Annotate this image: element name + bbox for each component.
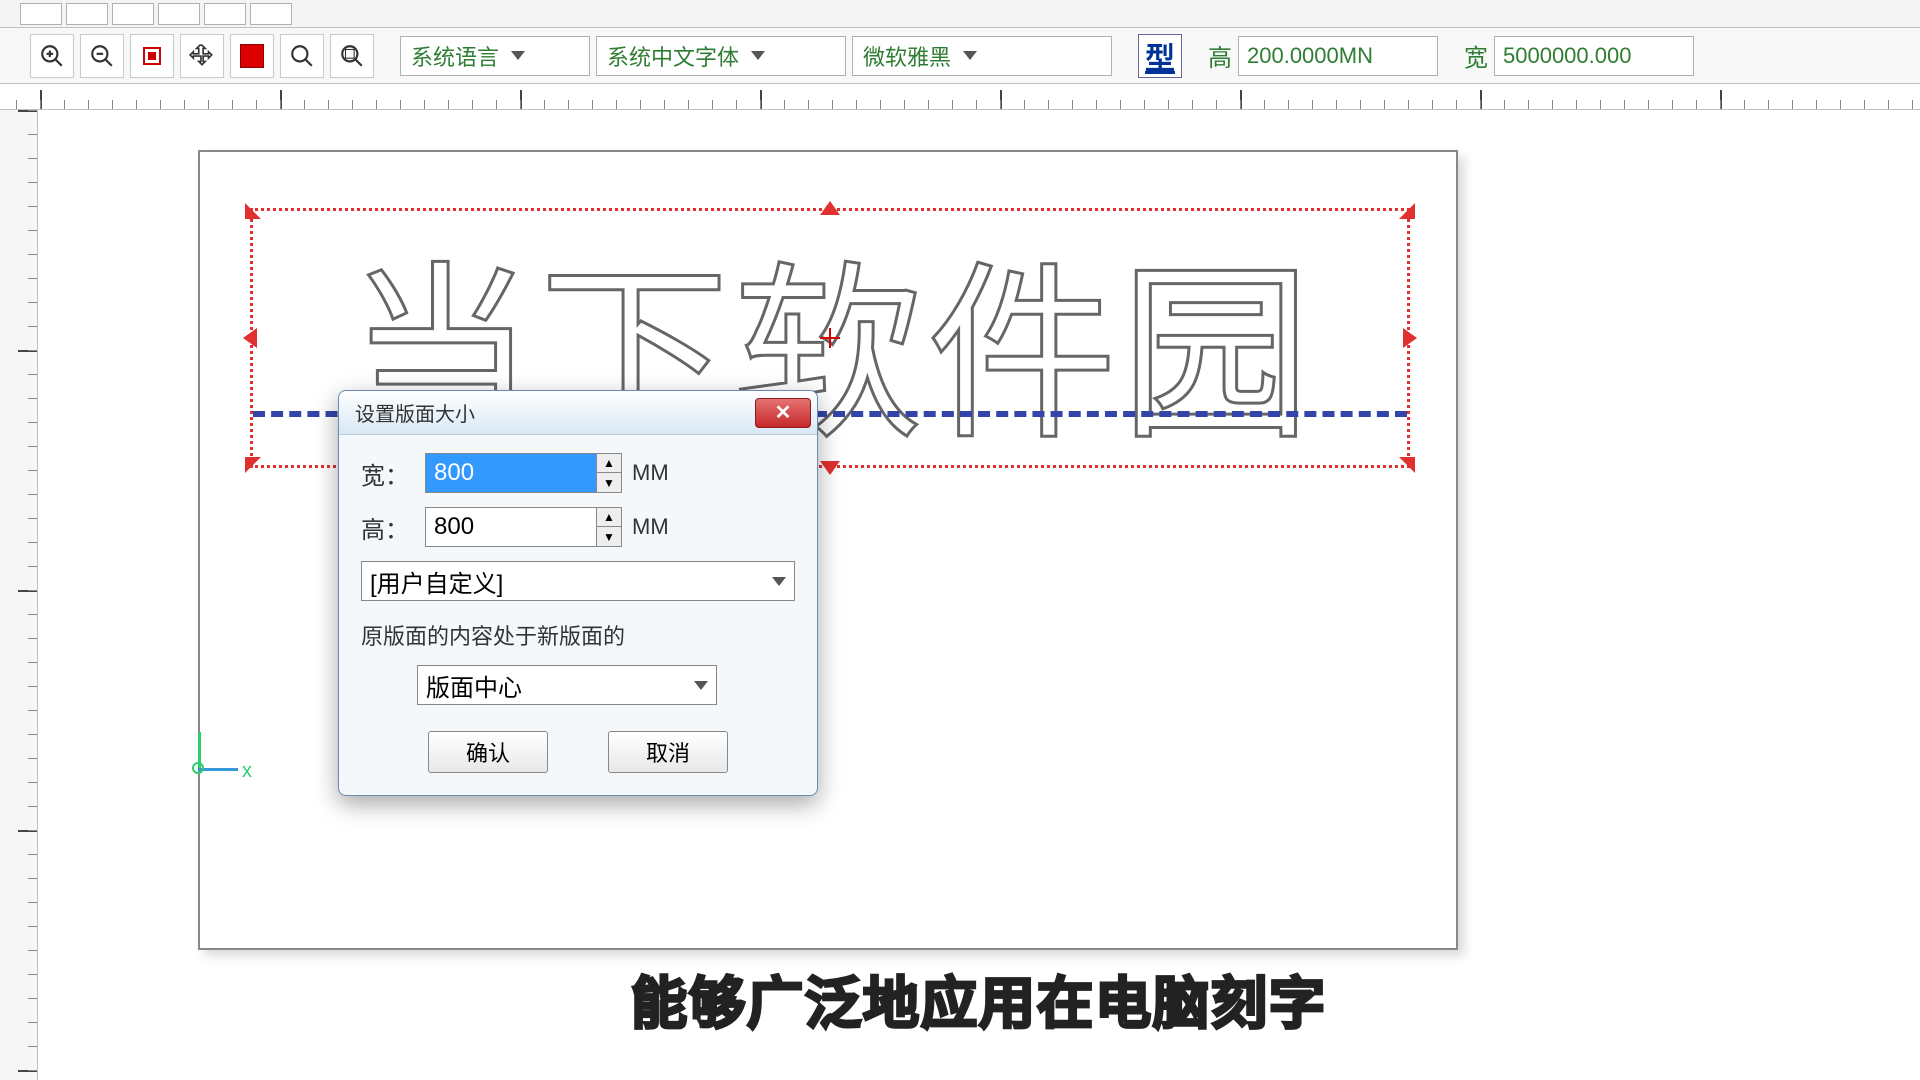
dialog-titlebar[interactable]: 设置版面大小 ✕ — [339, 391, 817, 435]
chevron-down-icon — [694, 681, 708, 690]
dialog-width-spinner[interactable]: ▲ ▼ — [425, 453, 622, 493]
resize-handle-rc[interactable] — [1403, 328, 1417, 348]
dialog-height-spinner[interactable]: ▲ ▼ — [425, 507, 622, 547]
spin-down-icon[interactable]: ▼ — [597, 527, 621, 546]
width-input[interactable]: 5000000.000 — [1494, 36, 1694, 76]
width-label: 宽 — [1464, 38, 1488, 73]
font-style-value: 微软雅黑 — [863, 40, 951, 72]
chevron-down-icon — [963, 51, 977, 60]
chevron-down-icon — [511, 51, 525, 60]
pan-icon[interactable] — [180, 34, 224, 78]
ok-button[interactable]: 确认 — [428, 731, 548, 773]
zoom-out-icon[interactable] — [80, 34, 124, 78]
resize-handle-lc[interactable] — [243, 328, 257, 348]
font-family-value: 系统中文字体 — [607, 40, 739, 72]
dialog-title: 设置版面大小 — [355, 398, 475, 427]
chevron-down-icon — [751, 51, 765, 60]
vertical-ruler — [0, 110, 38, 1080]
toolbar-button[interactable] — [204, 3, 246, 25]
width-value: 5000000.000 — [1503, 43, 1631, 69]
unit-label: MM — [632, 460, 669, 486]
chevron-down-icon — [772, 577, 786, 586]
origin-marker: x — [170, 732, 230, 792]
height-label: 高 — [1208, 38, 1232, 73]
horizontal-ruler — [0, 84, 1920, 110]
close-icon: ✕ — [775, 400, 792, 425]
selection-center-icon — [820, 328, 840, 348]
anchor-select[interactable]: 版面中心 — [417, 665, 717, 705]
preset-value: [用户自定义] — [370, 564, 503, 599]
font-style-select[interactable]: 微软雅黑 — [852, 36, 1112, 76]
language-select[interactable]: 系统语言 — [400, 36, 590, 76]
resize-handle-tl[interactable] — [245, 203, 261, 219]
subtitle-overlay: 能够广泛地应用在电脑刻字 — [631, 959, 1327, 1040]
resize-handle-bl[interactable] — [245, 457, 261, 473]
toolbar-button[interactable] — [20, 3, 62, 25]
height-input[interactable]: 200.0000MN — [1238, 36, 1438, 76]
zoom-selection-icon[interactable] — [130, 34, 174, 78]
resize-handle-br[interactable] — [1399, 457, 1415, 473]
resize-handle-bc[interactable] — [820, 461, 840, 475]
top-toolbar-stub — [0, 0, 1920, 28]
anchor-note: 原版面的内容处于新版面的 — [361, 619, 795, 651]
toolbar-button[interactable] — [158, 3, 200, 25]
dialog-height-input[interactable] — [426, 508, 596, 546]
unit-label: MM — [632, 514, 669, 540]
page-size-dialog: 设置版面大小 ✕ 宽： ▲ ▼ MM — [338, 390, 818, 796]
toolbar-button[interactable] — [250, 3, 292, 25]
resize-handle-tc[interactable] — [820, 201, 840, 215]
zoom-in-icon[interactable] — [30, 34, 74, 78]
preset-select[interactable]: [用户自定义] — [361, 561, 795, 601]
toolbar-button[interactable] — [112, 3, 154, 25]
close-button[interactable]: ✕ — [755, 398, 811, 428]
spin-up-icon[interactable]: ▲ — [597, 508, 621, 527]
spin-up-icon[interactable]: ▲ — [597, 454, 621, 473]
fill-color-icon[interactable] — [230, 34, 274, 78]
toolbar-button[interactable] — [66, 3, 108, 25]
type-button[interactable]: 型 — [1138, 34, 1182, 78]
dialog-width-input[interactable] — [426, 454, 596, 492]
font-family-select[interactable]: 系统中文字体 — [596, 36, 846, 76]
language-select-value: 系统语言 — [411, 40, 499, 72]
anchor-value: 版面中心 — [426, 668, 522, 703]
zoom-fit-icon[interactable] — [280, 34, 324, 78]
main-toolbar: 系统语言 系统中文字体 微软雅黑 型 高 200.0000MN 宽 500000… — [0, 28, 1920, 84]
work-area: 当下软件园 x 设置版面大小 ✕ — [0, 110, 1920, 1080]
cancel-button[interactable]: 取消 — [608, 731, 728, 773]
dialog-width-label: 宽： — [361, 456, 415, 491]
zoom-page-icon[interactable] — [330, 34, 374, 78]
height-value: 200.0000MN — [1247, 43, 1373, 69]
origin-x-label: x — [242, 760, 252, 783]
canvas[interactable]: 当下软件园 x 设置版面大小 ✕ — [38, 110, 1920, 1080]
spin-down-icon[interactable]: ▼ — [597, 473, 621, 492]
resize-handle-tr[interactable] — [1399, 203, 1415, 219]
dialog-height-label: 高： — [361, 510, 415, 545]
